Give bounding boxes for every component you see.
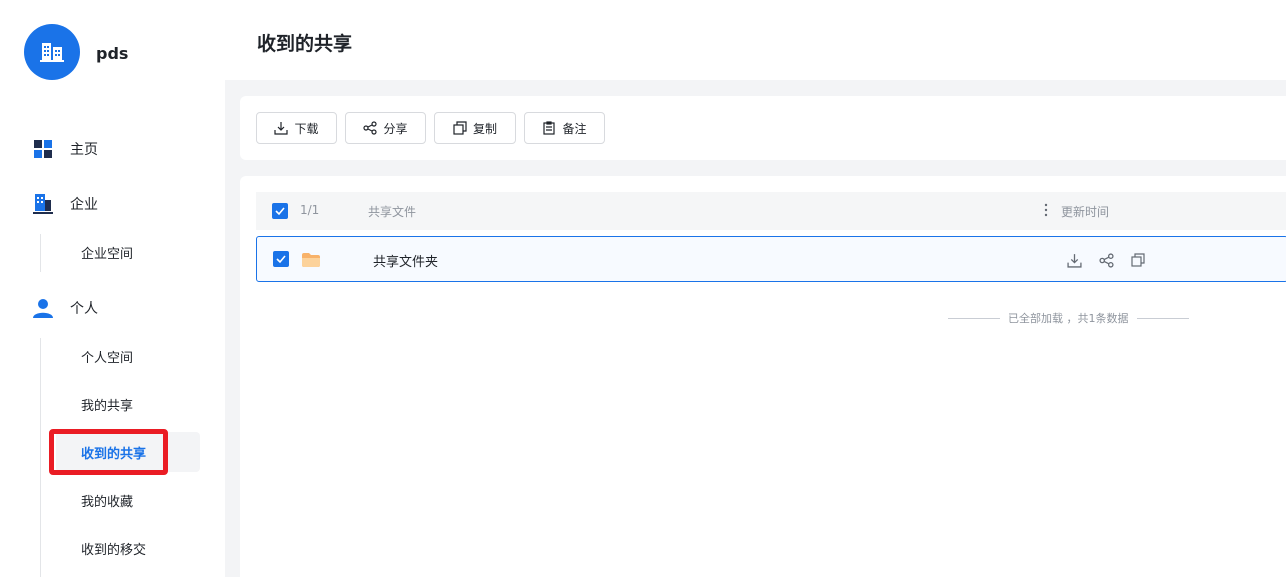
folder-icon (302, 252, 320, 271)
page-title: 收到的共享 (257, 33, 353, 55)
copy-icon (453, 121, 467, 135)
checkmark-icon (276, 255, 286, 264)
page-header: 收到的共享 (225, 0, 1286, 80)
share-icon (363, 121, 378, 135)
list-end-note: 已全部加载 ，共1条数据 (948, 310, 1189, 326)
download-button[interactable]: 下载 (256, 112, 337, 144)
select-all-checkbox[interactable] (272, 203, 288, 219)
file-list-panel: 1/1 共享文件 更新时间 共享文件夹 已全部加载 ，共1条数据 (240, 176, 1286, 577)
app-name: pds (96, 44, 129, 63)
copy-button[interactable]: 复制 (434, 112, 516, 144)
table-header: 1/1 共享文件 更新时间 (256, 192, 1286, 230)
sidebar-item-home[interactable]: 主页 (32, 138, 98, 160)
sidebar-item-enterprise-space[interactable]: 企业空间 (81, 243, 133, 262)
column-divider-handle[interactable] (1044, 203, 1048, 220)
row-download-button[interactable] (1065, 251, 1083, 269)
column-header-time[interactable]: 更新时间 (1061, 203, 1109, 220)
nav-tree-line (40, 234, 41, 272)
note-button[interactable]: 备注 (524, 112, 605, 144)
copy-icon (1131, 253, 1145, 267)
clipboard-icon (543, 121, 556, 135)
dashboard-icon (32, 138, 54, 160)
row-share-button[interactable] (1097, 251, 1115, 269)
download-label: 下载 (294, 121, 319, 136)
sidebar-item-personal[interactable]: 个人 (32, 297, 98, 319)
action-toolbar: 下载 分享 复制 备注 (240, 96, 1286, 160)
vertical-dots-icon (1044, 203, 1048, 217)
sidebar-item-my-shares[interactable]: 我的共享 (81, 395, 133, 414)
sidebar-item-received-transfers[interactable]: 收到的移交 (81, 539, 146, 558)
nav-tree-line (40, 338, 41, 577)
file-name[interactable]: 共享文件夹 (373, 251, 438, 270)
divider-line (1136, 317, 1189, 319)
sidebar-item-label: 企业 (70, 197, 98, 213)
sidebar: pds 主页 企业 企业空间 个人 个人空间 我的共享 收到的共享 我的收藏 收… (0, 0, 225, 577)
download-icon (1066, 253, 1082, 268)
sidebar-item-label: 主页 (70, 142, 98, 158)
download-icon (274, 122, 289, 135)
sidebar-item-favorites[interactable]: 我的收藏 (81, 491, 133, 510)
sidebar-item-enterprise[interactable]: 企业 (32, 193, 98, 215)
user-icon (32, 297, 54, 319)
row-checkbox[interactable] (273, 251, 289, 267)
share-icon (1098, 252, 1114, 268)
share-label: 分享 (383, 121, 408, 136)
checkmark-icon (275, 207, 285, 216)
building-logo-icon (40, 43, 64, 62)
copy-label: 复制 (472, 121, 497, 136)
table-row[interactable]: 共享文件夹 (256, 236, 1286, 282)
selection-count: 1/1 (300, 203, 320, 217)
sidebar-item-label: 个人 (70, 301, 98, 317)
row-copy-button[interactable] (1129, 251, 1147, 269)
sidebar-item-personal-space[interactable]: 个人空间 (81, 347, 133, 366)
divider-line (948, 317, 1000, 319)
column-header-file[interactable]: 共享文件 (368, 203, 416, 220)
load-status-text: 已全部加载 ，共1条数据 (1008, 312, 1129, 325)
share-button[interactable]: 分享 (345, 112, 426, 144)
annotation-highlight-box (49, 429, 168, 475)
note-label: 备注 (562, 121, 587, 136)
app-logo (24, 24, 80, 80)
building-icon (32, 193, 54, 215)
